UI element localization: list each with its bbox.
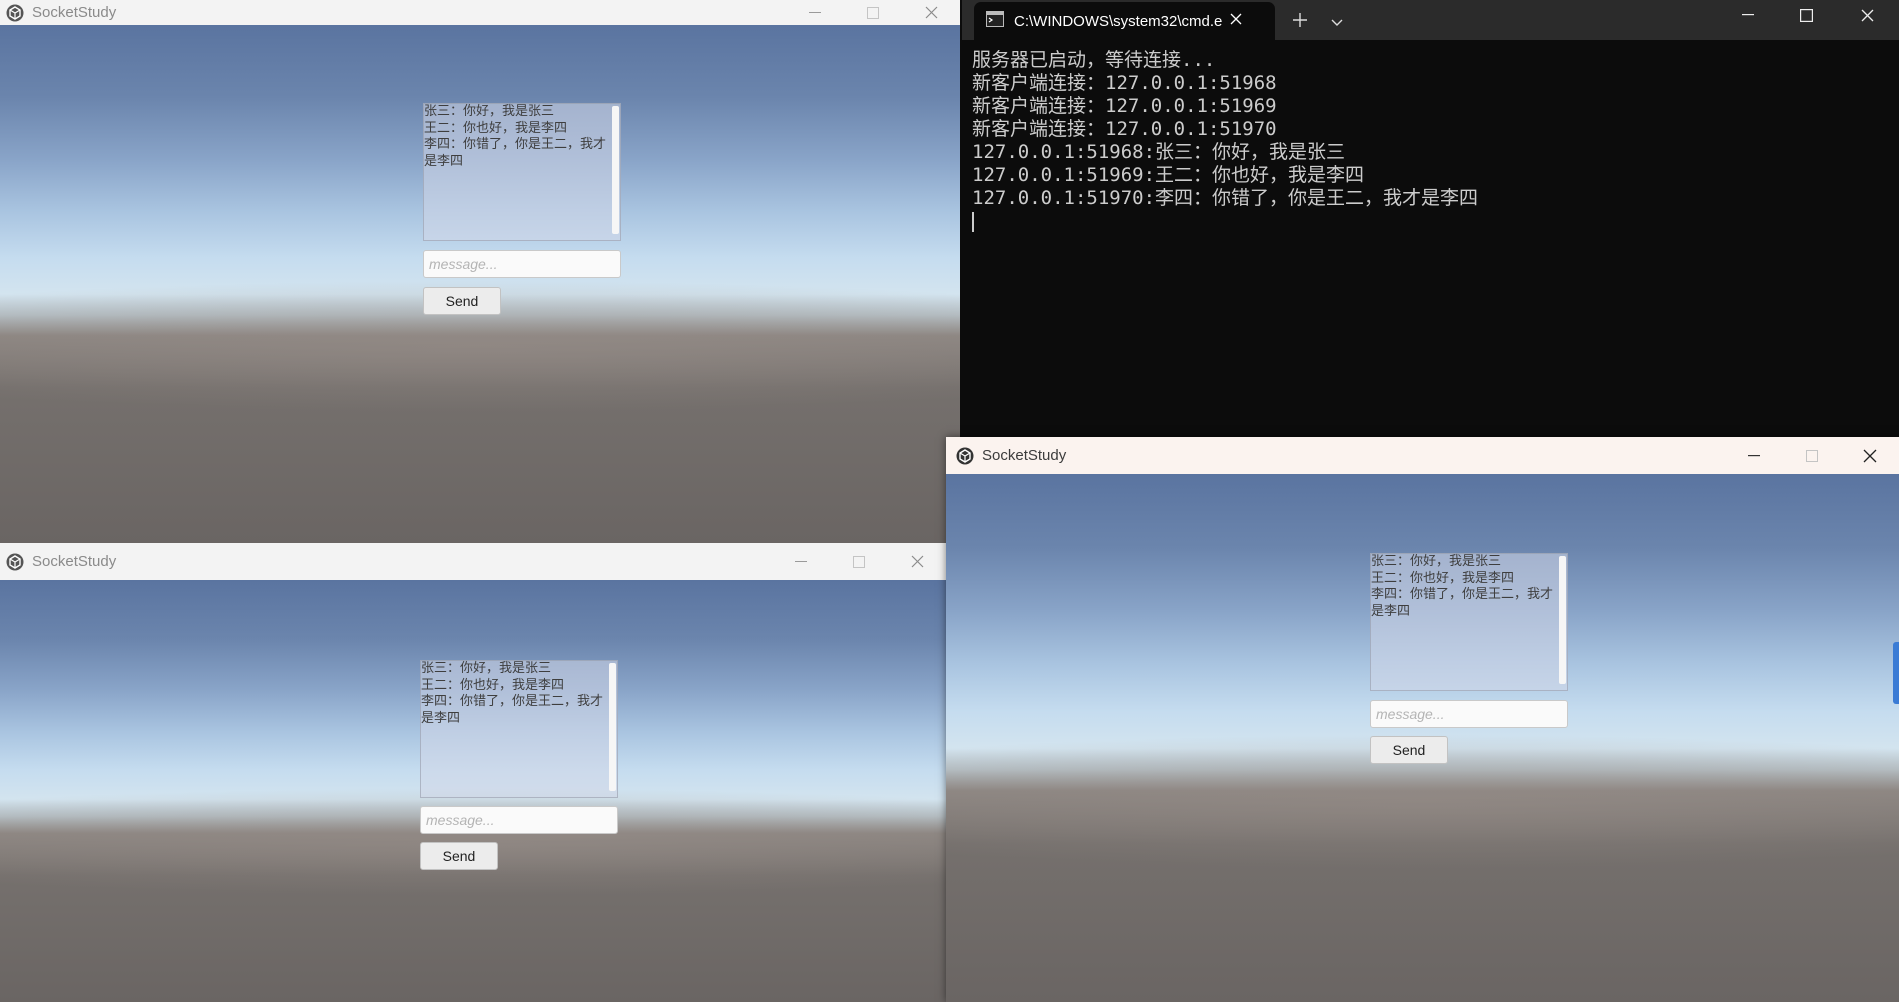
maximize-button[interactable]	[830, 543, 888, 580]
chat-log[interactable]: 张三：你好，我是张三 王二：你也好，我是李四 李四：你错了，你是王二，我才是李四	[420, 660, 618, 798]
title-bar[interactable]: SocketStudy	[0, 543, 946, 580]
terminal-tab-title: C:\WINDOWS\system32\cmd.e	[1014, 12, 1223, 30]
maximize-icon	[853, 555, 865, 568]
chat-log[interactable]: 张三：你好，我是张三 王二：你也好，我是李四 李四：你错了，你是王二，我才是李四	[423, 103, 621, 241]
message-input[interactable]	[423, 250, 621, 278]
chat-log-text: 张三：你好，我是张三 王二：你也好，我是李四 李四：你错了，你是王二，我才是李四	[424, 104, 607, 169]
chat-log[interactable]: 张三：你好，我是张三 王二：你也好，我是李四 李四：你错了，你是王二，我才是李四	[1370, 553, 1568, 691]
chat-log-scrollbar[interactable]	[609, 663, 616, 791]
terminal-tab[interactable]: C:\WINDOWS\system32\cmd.e	[974, 2, 1275, 40]
chat-log-scrollbar[interactable]	[612, 106, 619, 234]
chat-log-text: 张三：你好，我是张三 王二：你也好，我是李四 李四：你错了，你是王二，我才是李四	[1371, 554, 1554, 619]
minimize-button[interactable]	[772, 543, 830, 580]
terminal-window: C:\WINDOWS\system32\cmd.e 服务器已启动，等待连接...…	[962, 0, 1899, 440]
minimize-icon	[809, 11, 821, 14]
message-input[interactable]	[420, 806, 618, 834]
maximize-icon	[1799, 8, 1813, 22]
unity-logo-icon	[6, 553, 24, 571]
maximize-button[interactable]	[1783, 437, 1841, 474]
window-title: SocketStudy	[982, 447, 1067, 464]
plus-icon[interactable]	[1292, 12, 1308, 33]
chat-log-text: 张三：你好，我是张三 王二：你也好，我是李四 李四：你错了，你是王二，我才是李四	[421, 661, 604, 726]
console-line: 127.0.0.1:51970:李四：你错了，你是王二，我才是李四	[972, 187, 1479, 209]
terminal-tab-bar: C:\WINDOWS\system32\cmd.e	[962, 0, 1899, 40]
send-button[interactable]: Send	[423, 287, 501, 315]
close-button[interactable]	[888, 543, 946, 580]
console-line: 127.0.0.1:51969:王二：你也好，我是李四	[972, 164, 1365, 186]
close-icon	[1863, 449, 1877, 463]
unity-logo-icon	[956, 447, 974, 465]
minimize-button[interactable]	[1725, 437, 1783, 474]
maximize-icon	[1806, 449, 1818, 462]
console-output[interactable]: 服务器已启动，等待连接... 新客户端连接：127.0.0.1:51968 新客…	[972, 49, 1478, 232]
socketstudy-window-top-left: SocketStudy 张三：你好，我是张三 王二：你也好，我是李四 李四：你错…	[0, 0, 960, 543]
console-line: 服务器已启动，等待连接...	[972, 49, 1216, 71]
minimize-icon	[1742, 14, 1754, 16]
title-bar[interactable]: SocketStudy	[0, 0, 960, 25]
socketstudy-window-bottom-right: SocketStudy 张三：你好，我是张三 王二：你也好，我是李四 李四：你错…	[946, 437, 1899, 1002]
unity-logo-icon	[6, 4, 24, 22]
console-line: 127.0.0.1:51968:张三：你好，我是张三	[972, 141, 1346, 163]
terminal-close-button[interactable]	[1835, 0, 1899, 30]
send-button[interactable]: Send	[1370, 736, 1448, 764]
game-view: 张三：你好，我是张三 王二：你也好，我是李四 李四：你错了，你是王二，我才是李四…	[0, 580, 946, 1002]
close-icon	[911, 555, 924, 568]
maximize-button[interactable]	[844, 0, 902, 25]
chat-log-scrollbar[interactable]	[1559, 556, 1566, 684]
tab-close-icon[interactable]	[1230, 12, 1242, 30]
close-icon	[1861, 9, 1874, 22]
close-button[interactable]	[902, 0, 960, 25]
close-icon	[925, 6, 938, 19]
terminal-maximize-button[interactable]	[1777, 0, 1835, 30]
console-cursor	[972, 212, 974, 232]
maximize-icon	[867, 6, 879, 19]
message-input[interactable]	[1370, 700, 1568, 728]
minimize-icon	[795, 560, 807, 563]
minimize-button[interactable]	[786, 0, 844, 25]
window-title: SocketStudy	[32, 553, 117, 570]
console-line: 新客户端连接：127.0.0.1:51970	[972, 118, 1277, 140]
terminal-minimize-button[interactable]	[1719, 0, 1777, 30]
send-button[interactable]: Send	[420, 842, 498, 870]
title-bar[interactable]: SocketStudy	[946, 437, 1899, 474]
socketstudy-window-bottom-left: SocketStudy 张三：你好，我是张三 王二：你也好，我是李四 李四：你错…	[0, 543, 946, 1002]
game-view: 张三：你好，我是张三 王二：你也好，我是李四 李四：你错了，你是王二，我才是李四…	[0, 25, 960, 543]
chevron-down-icon[interactable]	[1331, 15, 1343, 33]
console-line: 新客户端连接：127.0.0.1:51968	[972, 72, 1277, 94]
close-button[interactable]	[1841, 437, 1899, 474]
minimize-icon	[1748, 454, 1760, 457]
screen-scroll-indicator[interactable]	[1893, 642, 1899, 704]
console-line: 新客户端连接：127.0.0.1:51969	[972, 95, 1277, 117]
terminal-icon	[986, 10, 1004, 32]
window-title: SocketStudy	[32, 4, 117, 21]
game-view: 张三：你好，我是张三 王二：你也好，我是李四 李四：你错了，你是王二，我才是李四…	[946, 474, 1899, 1002]
